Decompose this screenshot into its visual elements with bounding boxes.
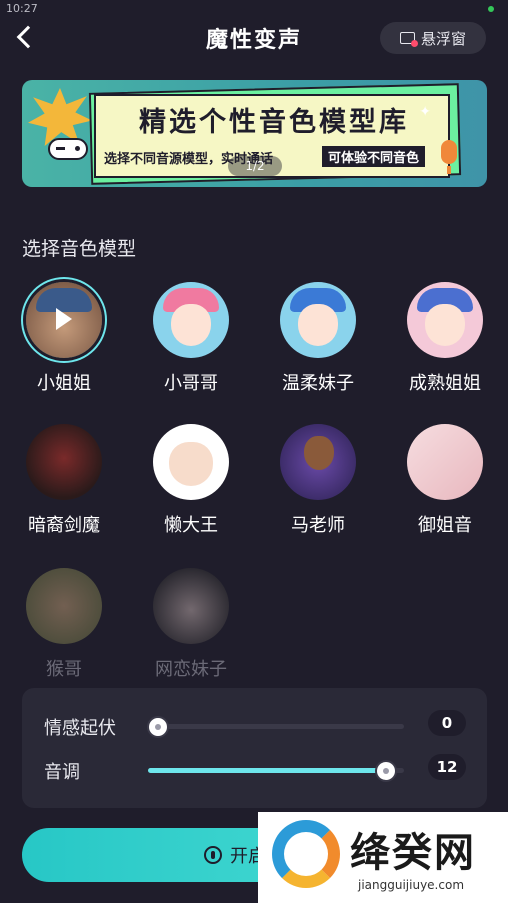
voice-label: 小姐姐 <box>37 373 91 394</box>
emotion-value: 0 <box>428 710 466 736</box>
banner-pager: 1/2 <box>228 156 282 176</box>
play-icon[interactable] <box>56 308 72 330</box>
sparkle-icon: ✦ <box>419 104 431 120</box>
status-time: 10:27 <box>6 2 38 15</box>
voice-item-houge[interactable]: 猴哥 <box>14 568 114 681</box>
section-title: 选择音色模型 <box>22 238 137 260</box>
avatar[interactable] <box>153 568 229 644</box>
avatar[interactable] <box>407 424 483 500</box>
pitch-fill <box>148 768 387 773</box>
watermark-text: 绛癸网 <box>350 830 476 876</box>
watermark: 绛癸网 jiangguijiuye.com <box>258 812 508 903</box>
voice-label: 网恋妹子 <box>155 659 227 680</box>
voice-label: 御姐音 <box>418 515 472 536</box>
banner-tag: 可体验不同音色 <box>322 146 426 167</box>
voice-item-landawang[interactable]: 懒大王 <box>141 424 241 537</box>
pitch-thumb[interactable] <box>375 760 398 782</box>
avatar[interactable] <box>280 424 356 500</box>
avatar-face <box>171 304 211 346</box>
avatar[interactable] <box>26 424 102 500</box>
avatar[interactable] <box>153 424 229 500</box>
emotion-thumb[interactable] <box>147 716 170 738</box>
avatar-face <box>304 436 334 470</box>
emotion-label: 情感起伏 <box>44 718 116 739</box>
floating-window-icon <box>399 32 418 47</box>
voice-label: 马老师 <box>291 515 345 536</box>
voice-label: 懒大王 <box>164 515 218 536</box>
voice-item-xiaojiejie[interactable]: 小姐姐 <box>14 282 114 395</box>
emotion-slider[interactable] <box>147 716 404 738</box>
mic-icon <box>204 846 222 864</box>
pitch-value: 12 <box>428 754 466 780</box>
voice-item-chengshujiejie[interactable]: 成熟姐姐 <box>395 282 495 395</box>
avatar[interactable] <box>153 282 229 358</box>
nav-bar: 魔性变声 悬浮窗 <box>0 18 508 58</box>
floating-window-button[interactable]: 悬浮窗 <box>380 22 486 54</box>
adjust-panel: 情感起伏 0 音调 12 <box>22 688 487 808</box>
microphone-icon <box>441 140 457 174</box>
pitch-slider-row: 音调 12 <box>22 752 487 788</box>
voice-item-wenroumeizi[interactable]: 温柔妹子 <box>268 282 368 395</box>
watermark-logo-icon <box>272 820 340 888</box>
banner-title: 精选个性音色模型库 <box>139 107 409 138</box>
watermark-url: jiangguijiuye.com <box>358 878 465 892</box>
voice-label: 成熟姐姐 <box>409 373 481 394</box>
emotion-slider-row: 情感起伏 0 <box>22 708 487 744</box>
voice-item-anyijianmo[interactable]: 暗裔剑魔 <box>14 424 114 537</box>
pitch-label: 音调 <box>44 762 80 783</box>
promo-banner[interactable]: 精选个性音色模型库 选择不同音源模型，实时通话 可体验不同音色 ✦ 1/2 <box>22 80 487 187</box>
recording-indicator-icon <box>488 6 494 12</box>
voice-label: 暗裔剑魔 <box>28 515 100 536</box>
voice-label: 猴哥 <box>46 659 82 680</box>
avatar[interactable] <box>26 568 102 644</box>
avatar[interactable] <box>280 282 356 358</box>
voice-label: 小哥哥 <box>164 373 218 394</box>
gamepad-icon <box>48 138 88 160</box>
avatar-face <box>425 304 465 346</box>
avatar[interactable] <box>26 282 102 358</box>
avatar-face <box>298 304 338 346</box>
pitch-slider[interactable] <box>148 760 404 782</box>
avatar-face <box>169 442 213 486</box>
voice-label: 温柔妹子 <box>282 373 354 394</box>
voice-item-malaoshi[interactable]: 马老师 <box>268 424 368 537</box>
voice-item-xiaogege[interactable]: 小哥哥 <box>141 282 241 395</box>
voice-item-wanglianmeizi[interactable]: 网恋妹子 <box>141 568 241 681</box>
avatar[interactable] <box>407 282 483 358</box>
voice-item-yujieyin[interactable]: 御姐音 <box>395 424 495 537</box>
floating-window-label: 悬浮窗 <box>420 29 466 48</box>
